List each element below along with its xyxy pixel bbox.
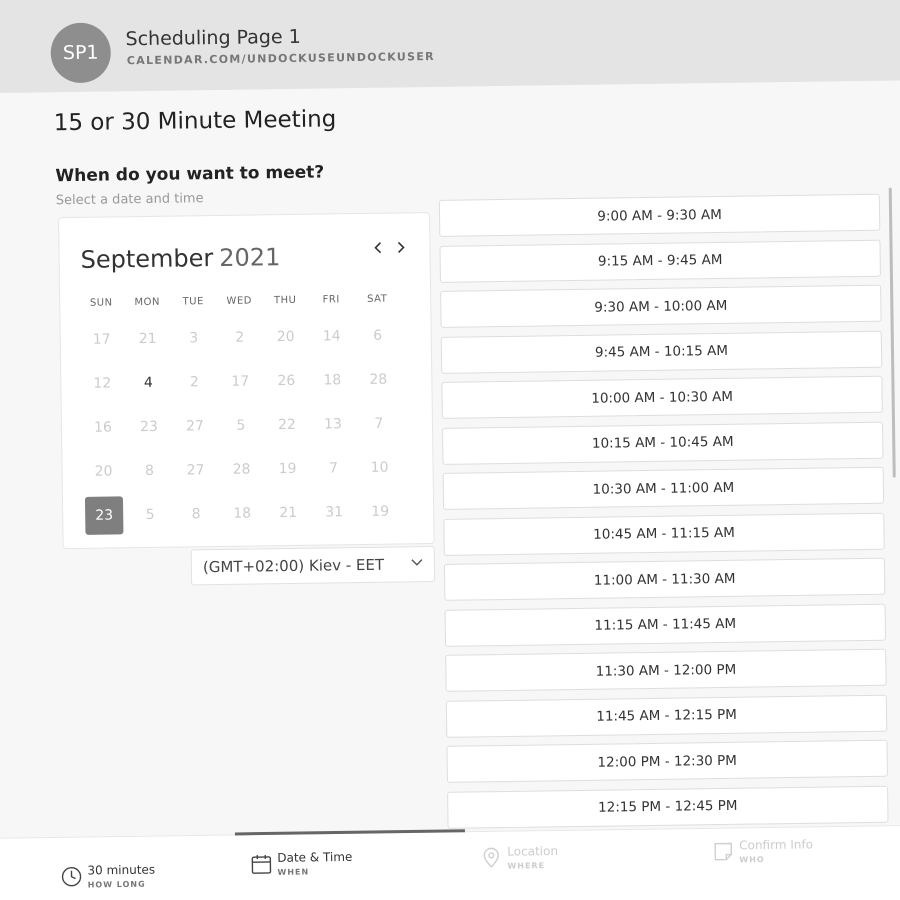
date-picker: September 2021 SUN MON TUE WED THU FRI SAT 17 21… [58, 212, 435, 550]
prev-month-button[interactable] [368, 240, 388, 262]
time-slot-scrollbar[interactable] [888, 187, 896, 478]
meeting-title: 15 or 30 Minute Meeting [53, 106, 337, 137]
calendar-day: 3 [189, 330, 199, 347]
calendar-day: 7 [374, 415, 384, 432]
calendar-day: 27 [185, 418, 204, 435]
month-name: September [80, 244, 214, 274]
page: SP1 Scheduling Page 1 CALENDAR.COM/UNDOC… [0, 0, 900, 900]
avatar: SP1 [50, 22, 112, 84]
chevron-left-icon [374, 242, 382, 254]
calendar-day: 13 [323, 416, 342, 433]
header: SP1 Scheduling Page 1 CALENDAR.COM/UNDOC… [0, 0, 900, 94]
time-slot-button[interactable]: 10:30 AM - 11:00 AM [442, 466, 885, 510]
calendar-day: 10 [370, 459, 389, 476]
calendar-day: 20 [276, 328, 295, 346]
step-caption: WHEN [277, 867, 310, 877]
calendar-day-selected[interactable]: 23 [81, 493, 128, 538]
calendar-icon [251, 855, 272, 874]
calendar-day: 18 [323, 372, 342, 389]
step-label: Confirm Info [739, 837, 814, 853]
calendar-day: 12 [93, 375, 112, 392]
time-slot-button[interactable]: 9:45 AM - 10:15 AM [440, 330, 883, 374]
weekday-header: SUN MON TUE WED THU FRI SAT [78, 293, 400, 309]
weekday-label: FRI [322, 294, 340, 306]
time-slot-button[interactable]: 11:15 AM - 11:45 AM [444, 603, 887, 647]
time-slot-button[interactable]: 10:15 AM - 10:45 AM [442, 421, 884, 465]
calendar-day: 8 [191, 506, 201, 523]
app-stage: SP1 Scheduling Page 1 CALENDAR.COM/UNDOC… [0, 0, 900, 900]
weekday-label: MON [134, 296, 161, 309]
calendar-day: 28 [369, 371, 388, 388]
calendar-day: 31 [325, 504, 344, 521]
calendar-day: 14 [322, 328, 341, 345]
calendar-day: 20 [94, 463, 113, 480]
calendar-day: 2 [235, 329, 245, 346]
weekday-label: THU [273, 294, 297, 307]
page-owner-title: Scheduling Page 1 [125, 25, 301, 51]
calendar-day[interactable]: 4 [125, 361, 172, 406]
step-footer: 30 minutes HOW LONG Date & Time WHEN Loc… [0, 824, 900, 900]
timezone-select[interactable]: (GMT+02:00) Kiev - EET [190, 545, 436, 586]
clock-icon [61, 867, 82, 887]
weekday-label: SUN [89, 297, 113, 309]
time-slot-button[interactable]: 10:00 AM - 10:30 AM [441, 375, 883, 419]
step-label: Location [507, 843, 559, 859]
step-caption: WHO [739, 855, 765, 865]
note-icon [714, 842, 733, 861]
calendar-day: 17 [92, 331, 111, 348]
year-label: 2021 [219, 243, 281, 272]
next-month-button[interactable] [390, 239, 410, 261]
time-slot-button[interactable]: 10:45 AM - 11:15 AM [443, 512, 885, 556]
selected-day-number: 23 [84, 496, 124, 535]
calendar-day: 21 [279, 504, 298, 522]
step-label: Date & Time [277, 849, 353, 865]
section-subtitle: Select a date and time [55, 191, 204, 209]
time-slot-button[interactable]: 12:00 PM - 12:30 PM [446, 739, 888, 783]
calendar-day: 28 [232, 461, 251, 478]
weekday-label: WED [226, 295, 253, 307]
calendar-day: 19 [371, 503, 390, 520]
calendar-day: 2 [189, 374, 199, 391]
calendar-day: 21 [138, 330, 157, 348]
calendar-day: 23 [139, 418, 158, 436]
scheduling-url[interactable]: CALENDAR.COM/UNDOCKUSEUNDOCKUSER [127, 50, 435, 67]
time-slot-button[interactable]: 9:15 AM - 9:45 AM [439, 239, 881, 283]
step-label: 30 minutes [87, 862, 156, 878]
calendar-day: 19 [278, 460, 297, 478]
calendar-day: 18 [233, 505, 252, 522]
weekday-label: SAT [367, 293, 388, 305]
calendar-day: 8 [145, 462, 155, 480]
chevron-down-icon [411, 559, 423, 566]
time-slot-button[interactable]: 12:15 PM - 12:45 PM [447, 785, 889, 829]
time-slot-button[interactable]: 9:30 AM - 10:00 AM [440, 284, 882, 328]
section-heading: When do you want to meet? [55, 162, 325, 187]
time-slot-button[interactable]: 11:00 AM - 11:30 AM [443, 557, 886, 601]
step-caption: HOW LONG [87, 879, 146, 890]
calendar-grid: 17 21 3 2 20 14 6 12 4 2 17 26 18 28 16 23 27 5 22 13 7 20 8 27… [78, 313, 403, 537]
step-caption: WHERE [507, 861, 546, 871]
calendar-day: 17 [231, 373, 250, 390]
time-slot-button[interactable]: 11:30 AM - 12:00 PM [445, 648, 887, 692]
location-pin-icon [483, 847, 499, 868]
time-slot-button[interactable]: 9:00 AM - 9:30 AM [438, 193, 881, 237]
calendar-day: 5 [236, 417, 246, 434]
calendar-day: 27 [186, 462, 205, 479]
weekday-label: TUE [182, 296, 204, 308]
timezone-value: (GMT+02:00) Kiev - EET [202, 555, 385, 577]
time-slot-list: 9:00 AM - 9:30 AM 9:15 AM - 9:45 AM 9:30 A… [438, 193, 889, 837]
calendar-day: 16 [93, 419, 112, 436]
calendar-day: 26 [277, 372, 296, 390]
calendar-day: 7 [328, 460, 339, 477]
calendar-day: 6 [373, 327, 383, 344]
chevron-right-icon [397, 241, 405, 254]
time-slot-button[interactable]: 11:45 AM - 12:15 PM [445, 694, 888, 738]
calendar-day: 5 [145, 506, 155, 524]
calendar-day: 22 [277, 416, 296, 434]
calendar-month-label: September 2021 [80, 243, 280, 274]
